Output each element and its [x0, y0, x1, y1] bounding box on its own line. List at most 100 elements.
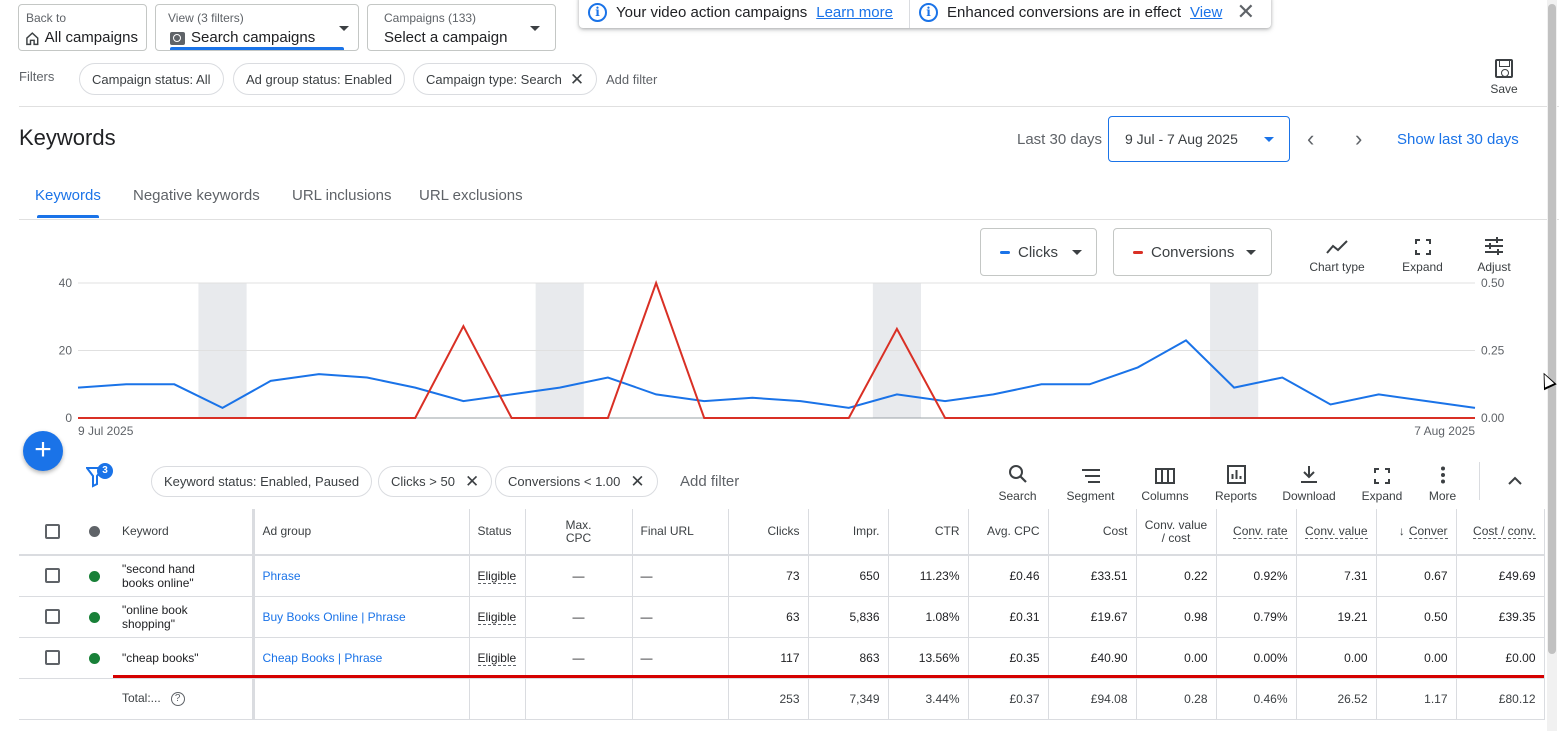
- header-cost-per-conv[interactable]: Cost / conv.: [1456, 509, 1545, 556]
- save-button[interactable]: Save: [1488, 59, 1520, 96]
- checkbox[interactable]: [45, 568, 60, 584]
- download-button[interactable]: Download: [1280, 462, 1338, 503]
- final-url-cell[interactable]: —: [632, 596, 729, 638]
- header-impr[interactable]: Impr.: [808, 509, 889, 556]
- table-row[interactable]: "cheap books" Cheap Books | Phrase Eligibl…: [19, 637, 1545, 679]
- header-label: Conv. rate: [1233, 524, 1288, 539]
- close-icon[interactable]: ✕: [630, 473, 644, 490]
- expand-table-button[interactable]: Expand: [1358, 462, 1406, 503]
- columns-button[interactable]: Columns: [1138, 462, 1192, 503]
- ctr-cell: 13.56%: [888, 637, 969, 679]
- header-status[interactable]: Status: [469, 509, 526, 556]
- tab-url-exclusions[interactable]: URL exclusions: [419, 187, 523, 204]
- view-link[interactable]: View: [1190, 4, 1222, 21]
- learn-more-link[interactable]: Learn more: [816, 4, 893, 21]
- metric-selector-clicks[interactable]: Clicks: [980, 228, 1097, 276]
- final-url-cell[interactable]: —: [632, 637, 729, 679]
- keyword-cell: "cheap books": [114, 637, 227, 679]
- scrollbar-thumb[interactable]: [1548, 4, 1556, 654]
- header-avg-cpc[interactable]: Avg. CPC: [968, 509, 1049, 556]
- conversions-cell: 0.67: [1376, 555, 1457, 597]
- x-axis-end-label: 7 Aug 2025: [1414, 424, 1475, 438]
- create-button[interactable]: +: [23, 431, 63, 471]
- close-icon[interactable]: ✕: [465, 473, 479, 490]
- more-button[interactable]: More: [1425, 462, 1460, 503]
- header-ctr[interactable]: CTR: [888, 509, 969, 556]
- max-cpc-cell[interactable]: —: [525, 596, 633, 638]
- max-cpc-cell[interactable]: —: [525, 555, 633, 597]
- header-label: Conv. value: [1305, 524, 1368, 539]
- table-row[interactable]: "online book shopping" Buy Books Online |…: [19, 596, 1545, 638]
- final-url-cell[interactable]: —: [632, 555, 729, 597]
- campaign-selector[interactable]: Campaigns (133) Select a campaign: [367, 4, 556, 51]
- search-button[interactable]: Search: [995, 462, 1040, 503]
- header-keyword[interactable]: Keyword: [114, 509, 227, 556]
- chevron-down-icon: [1246, 250, 1256, 255]
- header-final-url[interactable]: Final URL: [632, 509, 729, 556]
- checkbox[interactable]: [45, 609, 60, 625]
- notification-banner: i Your video action campaigns Learn more…: [579, 0, 1271, 28]
- table-row[interactable]: "second hand books online" Phrase Eligible…: [19, 555, 1545, 597]
- header-clicks[interactable]: Clicks: [728, 509, 809, 556]
- reports-button[interactable]: Reports: [1211, 462, 1261, 503]
- filter-chip-campaign-type[interactable]: Campaign type: Search ✕: [413, 63, 598, 95]
- ctr-cell: 1.08%: [888, 596, 969, 638]
- header-conv-value[interactable]: Conv. value: [1296, 509, 1377, 556]
- adjust-chart-button[interactable]: Adjust: [1472, 233, 1516, 274]
- header-conv-value-cost[interactable]: Conv. value / cost: [1136, 509, 1217, 556]
- header-ad-group[interactable]: Ad group: [253, 509, 470, 556]
- close-icon[interactable]: ✕: [570, 71, 584, 88]
- filter-chip-conversions[interactable]: Conversions < 1.00 ✕: [495, 466, 658, 497]
- clicks-cell: 73: [728, 555, 809, 597]
- ad-group-link[interactable]: Phrase: [263, 569, 301, 583]
- table-header-row: Keyword Ad group Status Max. CPC Final UR…: [19, 509, 1545, 556]
- filter-chip-campaign-status[interactable]: Campaign status: All: [79, 63, 224, 95]
- select-all-checkbox[interactable]: [19, 509, 74, 556]
- save-icon: [1495, 59, 1513, 78]
- chart-type-button[interactable]: Chart type: [1307, 233, 1367, 274]
- checkbox[interactable]: [45, 650, 60, 666]
- tab-negative-keywords[interactable]: Negative keywords: [133, 187, 260, 204]
- expand-chart-button[interactable]: Expand: [1400, 233, 1445, 274]
- date-range-picker[interactable]: 9 Jul - 7 Aug 2025: [1108, 116, 1290, 162]
- previous-period-icon[interactable]: ‹: [1307, 128, 1314, 150]
- next-period-icon[interactable]: ›: [1355, 128, 1362, 150]
- back-to-label: Back to: [26, 11, 67, 25]
- row-checkbox[interactable]: [19, 555, 74, 597]
- tool-label: Reports: [1214, 489, 1258, 503]
- spacer-cell: [227, 555, 255, 597]
- add-table-filter-button[interactable]: Add filter: [680, 473, 739, 490]
- row-checkbox[interactable]: [19, 637, 74, 679]
- tab-keywords[interactable]: Keywords: [35, 187, 101, 204]
- ad-group-link[interactable]: Buy Books Online | Phrase: [263, 610, 406, 624]
- show-last-30-days-link[interactable]: Show last 30 days: [1397, 131, 1519, 148]
- help-icon[interactable]: ?: [170, 691, 185, 706]
- back-to-all-campaigns-button[interactable]: Back to All campaigns: [18, 4, 147, 51]
- enabled-status-dot-icon: [88, 652, 100, 664]
- status-cell: Eligible: [469, 596, 526, 638]
- header-conv-rate[interactable]: Conv. rate: [1216, 509, 1297, 556]
- filter-chip-clicks[interactable]: Clicks > 50 ✕: [378, 466, 493, 497]
- filter-chip-ad-group-status[interactable]: Ad group status: Enabled: [233, 63, 405, 95]
- segment-button[interactable]: Segment: [1063, 462, 1118, 503]
- tool-label: Segment: [1066, 489, 1115, 503]
- max-cpc-cell[interactable]: —: [525, 637, 633, 679]
- ad-group-link[interactable]: Cheap Books | Phrase: [263, 651, 383, 665]
- header-conversions[interactable]: ↓ Conver: [1376, 509, 1457, 556]
- view-selector[interactable]: View (3 filters) Search campaigns: [155, 4, 359, 51]
- metric-selector-conversions[interactable]: Conversions: [1113, 228, 1272, 276]
- sort-arrow-down-icon: ↓: [1398, 524, 1405, 538]
- x-axis-start-label: 9 Jul 2025: [78, 424, 134, 438]
- chevron-up-icon[interactable]: [1507, 476, 1523, 486]
- add-filter-button[interactable]: Add filter: [606, 72, 657, 87]
- y-axis-right-tick: 0.00: [1481, 411, 1505, 425]
- total-clicks-cell: 253: [728, 678, 809, 720]
- checkbox[interactable]: [45, 524, 60, 539]
- row-checkbox[interactable]: [19, 596, 74, 638]
- header-cost[interactable]: Cost: [1048, 509, 1137, 556]
- avg-cpc-cell: £0.35: [968, 637, 1049, 679]
- header-max-cpc[interactable]: Max. CPC: [525, 509, 633, 556]
- tab-url-inclusions[interactable]: URL inclusions: [292, 187, 392, 204]
- close-icon[interactable]: ✕: [1237, 1, 1255, 23]
- filter-chip-keyword-status[interactable]: Keyword status: Enabled, Paused: [151, 466, 373, 497]
